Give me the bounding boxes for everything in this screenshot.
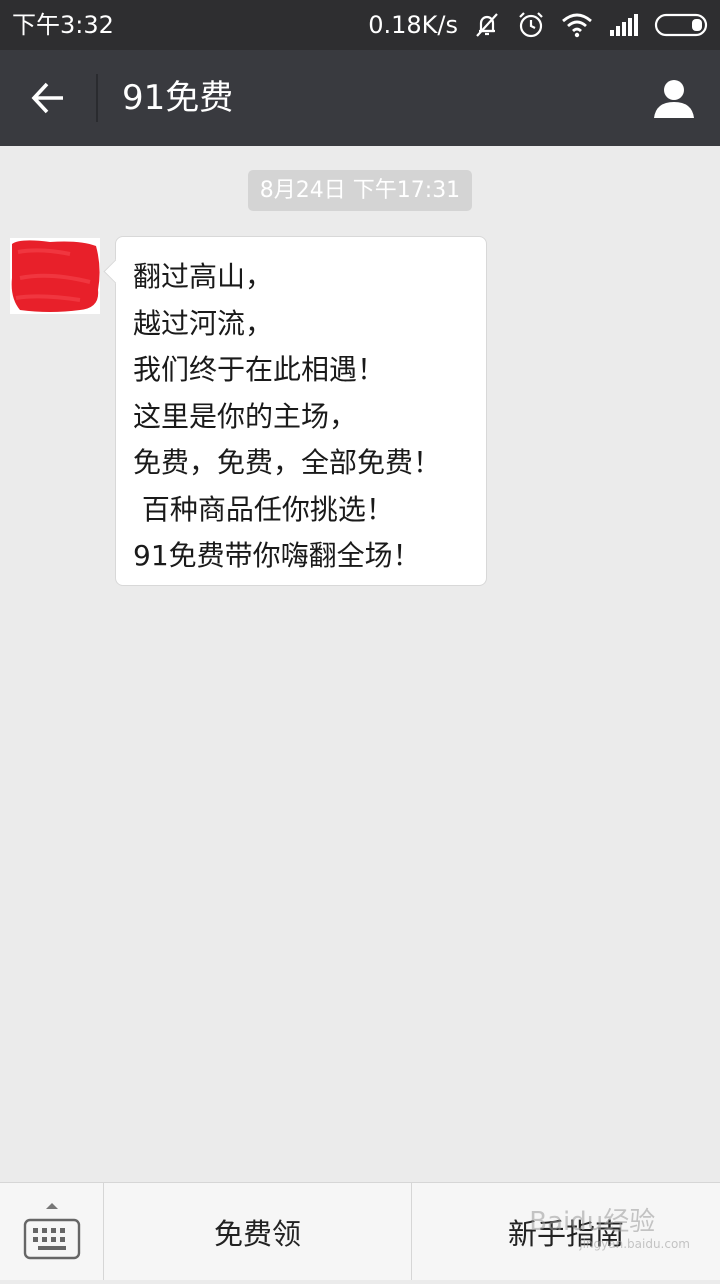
menu-item-beginner-guide[interactable]: 新手指南 xyxy=(412,1183,720,1280)
sender-avatar[interactable] xyxy=(10,238,100,314)
battery-icon xyxy=(654,13,708,37)
menu-item-free-get[interactable]: 免费领 xyxy=(104,1183,411,1280)
keyboard-icon xyxy=(23,1203,81,1260)
bottom-menu-bar: 免费领 新手指南 Baidu经验 jingyan.baidu.com xyxy=(0,1182,720,1280)
title-divider xyxy=(96,74,98,122)
bubble-tail xyxy=(103,259,128,284)
keyboard-toggle-button[interactable] xyxy=(0,1183,103,1280)
status-bar: 下午3:32 0.18K/s xyxy=(0,0,720,50)
menu-item-label: 新手指南 xyxy=(507,1216,624,1251)
message-timestamp: 8月24日 下午17:31 xyxy=(248,170,472,211)
page-title: 91免费 xyxy=(122,78,234,118)
signal-icon xyxy=(610,14,638,36)
message-bubble[interactable]: 翻过高山， 越过河流， 我们终于在此相遇！ 这里是你的主场， 免费，免费，全部免… xyxy=(103,236,487,586)
mute-icon xyxy=(476,13,498,37)
status-right-group: 0.18K/s xyxy=(368,8,710,42)
menu-item-label: 免费领 xyxy=(213,1216,301,1251)
profile-button[interactable] xyxy=(648,72,700,124)
alarm-icon xyxy=(519,12,543,38)
status-time: 下午3:32 xyxy=(12,11,114,39)
wifi-icon xyxy=(562,13,592,38)
network-speed: 0.18K/s xyxy=(368,11,458,39)
back-arrow-icon xyxy=(31,82,63,114)
message-text: 翻过高山， 越过河流， 我们终于在此相遇！ 这里是你的主场， 免费，免费，全部免… xyxy=(133,260,442,572)
person-icon xyxy=(654,80,694,118)
back-button[interactable] xyxy=(18,68,78,128)
title-bar: 91免费 xyxy=(0,50,720,146)
